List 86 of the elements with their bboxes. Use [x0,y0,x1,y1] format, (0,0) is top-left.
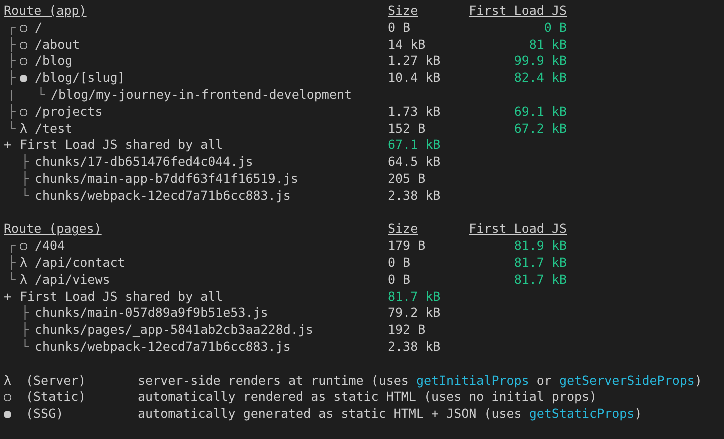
size-value: 2.38 kB [388,188,441,203]
shared-label: First Load JS shared by all [20,288,224,305]
legend-type: (Server) [26,372,88,390]
route-path: /blog/[slug] [35,70,126,87]
tree-branch: └ [7,120,17,138]
legend-symbol: ○ [4,389,13,406]
legend-symbol: λ [4,372,13,390]
tree-branch: ┌ [7,238,17,255]
chunk-name: chunks/webpack-12ecd7a71b6cc883.js [35,338,291,356]
size-value: 1.27 kB [388,53,441,68]
column-header: Route (app) [4,3,87,20]
size-value: 179 B [388,238,426,254]
route-symbol: λ [20,120,29,138]
size-value: 0 B [388,254,411,270]
first-load-value: 81.9 kB [514,238,567,254]
legend-description: automatically rendered as static HTML (uses no initial props) [138,389,598,406]
route-path: /api/views [35,272,110,289]
first-load-value: 0 B [544,20,567,35]
tree-branch: ├ [7,104,17,121]
route-path: /api/contact [35,254,126,272]
route-path: /about [35,36,80,54]
legend-description: automatically generated as static HTML + JSON (uses getStaticProps) [138,406,642,423]
first-load-value: 81.7 kB [514,272,567,287]
plus-marker: + [4,137,13,154]
size-value: 2.38 kB [388,338,441,354]
column-header: Route (pages) [4,221,102,238]
route-path: /404 [35,238,66,255]
first-load-value: 82.4 kB [514,70,567,86]
column-header: First Load JS [469,221,567,236]
route-path: /projects [35,104,103,121]
plus-marker: + [4,288,13,306]
route-symbol: λ [20,254,29,272]
tree-branch: └ [7,272,17,289]
legend-symbol: ● [4,406,13,423]
tree-branch: ├ [20,322,30,339]
route-path: /blog [35,53,73,70]
first-load-value: 81 kB [529,36,567,52]
size-value: 1.73 kB [388,104,441,119]
route-symbol: ○ [20,238,29,255]
route-symbol: λ [20,272,29,289]
column-header: Size [388,221,418,236]
column-header: Size [388,3,418,18]
size-value: 10.4 kB [388,70,441,86]
size-value: 14 kB [388,36,426,52]
route-symbol: ○ [20,20,29,37]
tree-branch: ├ [7,70,17,87]
tree-branch: └ [20,338,30,356]
first-load-value: 81.7 kB [514,254,567,270]
route-symbol: ○ [20,104,29,121]
tree-branch: ┌ [7,20,17,37]
size-value: 192 B [388,322,426,338]
route-symbol: ○ [20,53,29,70]
tree-branch: └ [20,188,30,205]
tree-branch: ├ [7,53,17,70]
first-load-value: 67.2 kB [514,120,567,136]
size-value: 152 B [388,120,426,136]
tree-branch: ├ [7,36,17,53]
chunk-name: chunks/pages/_app-5841ab2cb3aa228d.js [35,322,314,339]
first-load-value: 99.9 kB [514,53,567,68]
shared-label: First Load JS shared by all [20,137,224,154]
size-value: 79.2 kB [388,305,441,320]
chunk-name: chunks/main-057d89a9f9b51e53.js [35,305,268,322]
size-value: 81.7 kB [388,288,441,304]
tree-branch: ├ [20,170,30,188]
first-load-value: 69.1 kB [514,104,567,119]
route-path: /blog/my-journey-in-frontend-development [51,86,352,104]
chunk-name: chunks/main-app-b7ddf63f41f16519.js [35,170,298,188]
legend-type: (Static) [26,389,88,406]
route-path: / [35,20,43,37]
size-value: 67.1 kB [388,137,441,152]
route-path: /test [35,120,73,138]
size-value: 0 B [388,20,411,35]
size-value: 0 B [388,272,411,287]
size-value: 205 B [388,170,426,186]
route-symbol: ● [20,70,29,87]
size-value: 64.5 kB [388,154,441,170]
route-symbol: ○ [20,36,29,54]
tree-branch: ├ [20,305,30,322]
tree-branch: ├ [7,254,17,272]
chunk-name: chunks/webpack-12ecd7a71b6cc883.js [35,188,291,205]
tree-branch: └ [36,86,46,104]
column-header: First Load JS [469,3,567,18]
chunk-name: chunks/17-db651476fed4c044.js [35,154,254,171]
legend-type: (SSG) [26,406,65,423]
tree-branch: ├ [20,154,30,171]
legend-description: server-side renders at runtime (uses getInitialProps or getServerSideProps) [138,372,702,390]
